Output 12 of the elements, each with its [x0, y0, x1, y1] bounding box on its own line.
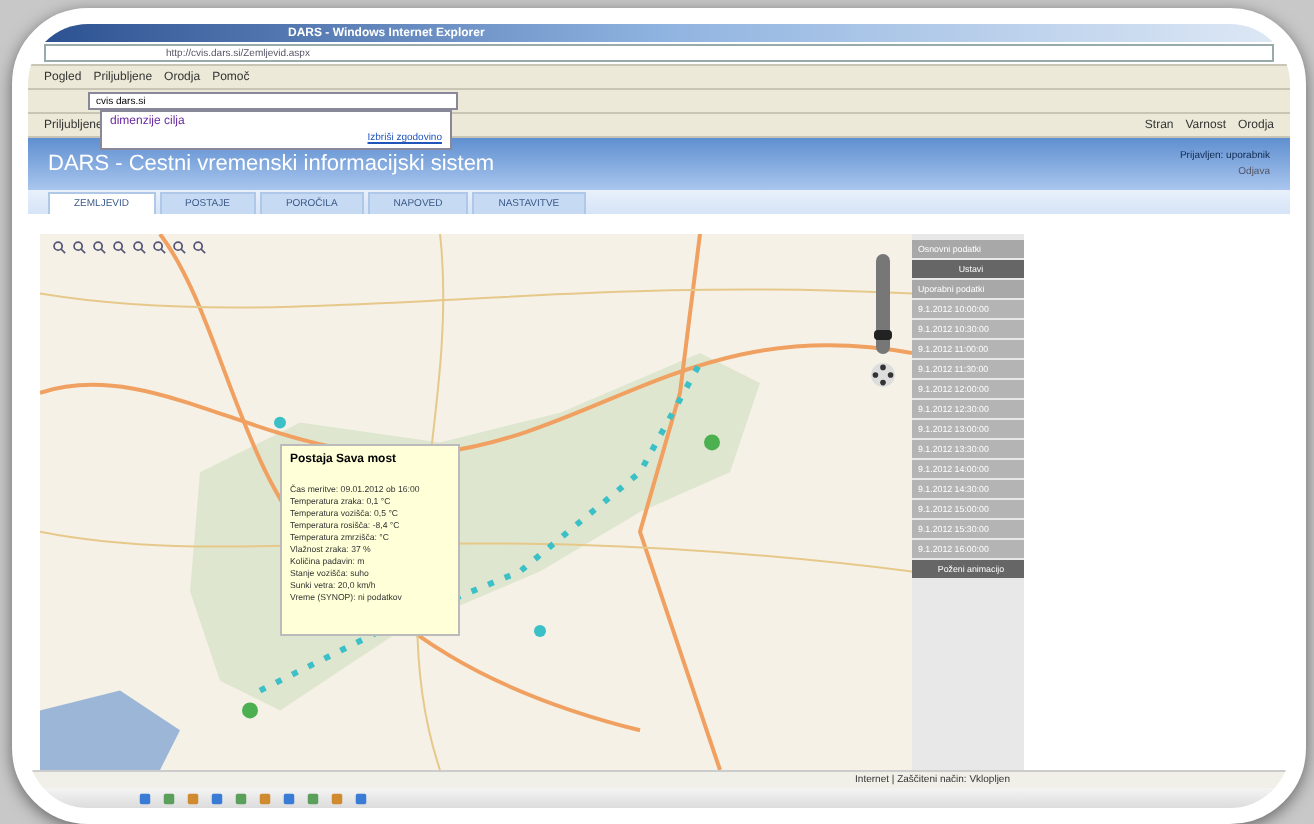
- page-title: DARS - Cestni vremenski informacijski sistem: [48, 152, 495, 176]
- map-tool-icon[interactable]: [172, 240, 186, 254]
- map-tool-icon[interactable]: [52, 240, 66, 254]
- map-tool-icon[interactable]: [112, 240, 126, 254]
- pan-control-icon[interactable]: [870, 362, 896, 388]
- zoom-slider[interactable]: [876, 254, 890, 354]
- map-tool-icon[interactable]: [72, 240, 86, 254]
- map-tool-icon[interactable]: [152, 240, 166, 254]
- zoom-thumb[interactable]: [874, 330, 892, 341]
- map-tool-icon[interactable]: [132, 240, 146, 254]
- map-tool-icon[interactable]: [92, 240, 106, 254]
- map-tool-icon[interactable]: [192, 240, 206, 254]
